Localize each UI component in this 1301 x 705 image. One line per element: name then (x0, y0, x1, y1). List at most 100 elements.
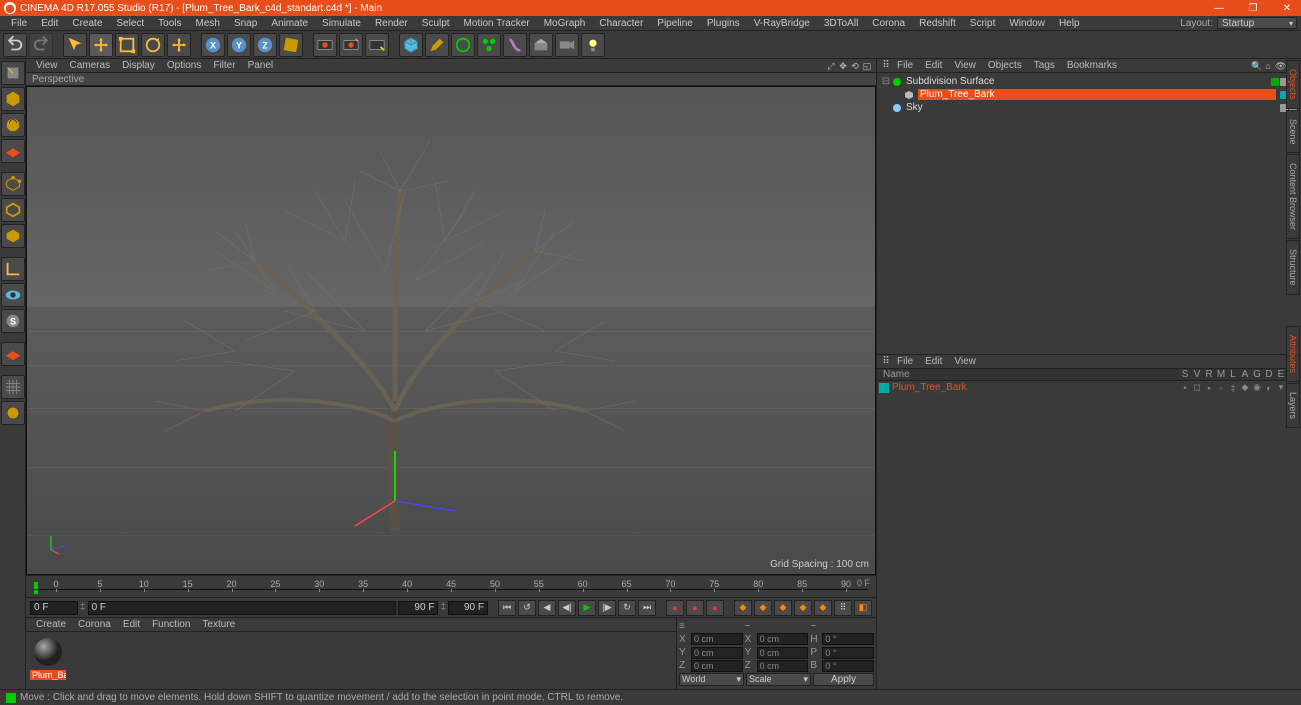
render-settings-button[interactable] (365, 33, 389, 57)
viewport[interactable]: Grid Spacing : 100 cm (26, 86, 876, 575)
tab-objects[interactable]: Objects (1286, 60, 1300, 109)
tab-structure[interactable]: Structure (1286, 240, 1300, 295)
om-menu-tags[interactable]: Tags (1028, 60, 1061, 71)
size-y-field[interactable]: 0 cm (757, 647, 809, 659)
add-cube-button[interactable] (399, 33, 423, 57)
locked-workplane-2-button[interactable] (1, 401, 25, 425)
pos-x-field[interactable]: 0 cm (691, 633, 743, 645)
menu-redshift[interactable]: Redshift (912, 18, 963, 29)
om-menu-bookmarks[interactable]: Bookmarks (1061, 60, 1123, 71)
layer-flag-m[interactable]: ▫ (1215, 383, 1227, 393)
menu-animate[interactable]: Animate (264, 18, 315, 29)
mat-menu-texture[interactable]: Texture (196, 619, 241, 630)
mat-menu-create[interactable]: Create (30, 619, 72, 630)
layer-color-swatch[interactable] (879, 383, 889, 393)
key-s-button[interactable]: ◆ (754, 600, 772, 616)
loop-button[interactable]: ↺ (518, 600, 536, 616)
viewport-solo-button[interactable] (1, 283, 25, 307)
add-generator-button[interactable] (477, 33, 501, 57)
keyframe-sel-button[interactable]: ● (706, 600, 724, 616)
vp-menu-filter[interactable]: Filter (207, 60, 241, 71)
object-name[interactable]: Sky (906, 102, 1276, 113)
next-key-button[interactable]: |▶ (598, 600, 616, 616)
coord-scale-dropdown[interactable]: Scale (746, 673, 811, 686)
key-mode-button[interactable]: ◧ (854, 600, 872, 616)
menu-plugins[interactable]: Plugins (700, 18, 747, 29)
rot-p-field[interactable]: 0 ° (822, 647, 874, 659)
axis-mode-button[interactable] (1, 257, 25, 281)
mat-menu-edit[interactable]: Edit (117, 619, 146, 630)
out-frame-field[interactable]: 90 F (448, 601, 488, 615)
menu-simulate[interactable]: Simulate (315, 18, 368, 29)
key-options-button[interactable]: ⠿ (834, 600, 852, 616)
add-pen-button[interactable] (425, 33, 449, 57)
col-v[interactable]: V (1191, 369, 1203, 380)
texture-mode-button[interactable] (1, 113, 25, 137)
vp-menu-options[interactable]: Options (161, 60, 207, 71)
y-axis-lock[interactable]: Y (227, 33, 251, 57)
menu-motion-tracker[interactable]: Motion Tracker (457, 18, 537, 29)
coord-apply-button[interactable]: Apply (813, 673, 874, 686)
add-deformer-button[interactable] (503, 33, 527, 57)
material-item[interactable]: Plum_Ba (30, 636, 66, 685)
key-p-button[interactable]: ◆ (734, 600, 752, 616)
pos-y-field[interactable]: 0 cm (691, 647, 743, 659)
current-frame-field[interactable]: 0 F (88, 601, 397, 615)
menu-create[interactable]: Create (65, 18, 109, 29)
autokey-button[interactable]: ● (686, 600, 704, 616)
render-picture-viewer-button[interactable] (339, 33, 363, 57)
menu-render[interactable]: Render (368, 18, 415, 29)
layer-flag-d[interactable]: ◐ (1263, 383, 1275, 393)
layer-flag-a[interactable]: ◆ (1239, 382, 1251, 393)
vp-nav-icon-2[interactable]: ✥ (838, 61, 848, 71)
z-axis-lock[interactable]: Z (253, 33, 277, 57)
layer-menu-edit[interactable]: Edit (919, 356, 948, 367)
live-select-tool[interactable] (63, 33, 87, 57)
om-row-sky[interactable]: Sky (877, 101, 1301, 114)
object-name[interactable]: Plum_Tree_Bark (918, 89, 1276, 100)
om-menu-edit[interactable]: Edit (919, 60, 948, 71)
snap-button[interactable]: S (1, 309, 25, 333)
om-menu-objects[interactable]: Objects (982, 60, 1028, 71)
rot-b-field[interactable]: 0 ° (822, 660, 874, 672)
menu-window[interactable]: Window (1002, 18, 1052, 29)
locked-workplane-button[interactable] (1, 342, 25, 366)
layer-flag-g[interactable]: ◉ (1251, 382, 1263, 393)
mat-menu-function[interactable]: Function (146, 619, 196, 630)
pos-z-field[interactable]: 0 cm (691, 660, 743, 672)
menu-select[interactable]: Select (109, 18, 151, 29)
coord-world-dropdown[interactable]: World (679, 673, 744, 686)
layer-row[interactable]: Plum_Tree_Bark • ◻ ▪ ▫ ‡ ◆ ◉ ◐ ▾ ✖ (877, 381, 1301, 394)
prev-key-button[interactable]: ◀| (558, 600, 576, 616)
menu-tools[interactable]: Tools (151, 18, 188, 29)
render-view-button[interactable] (313, 33, 337, 57)
object-manager-tree[interactable]: ⊟ Subdivision Surface ✓ Plum_Tree_Bark S… (877, 73, 1301, 354)
om-menu-file[interactable]: File (891, 60, 919, 71)
model-mode-button[interactable] (1, 87, 25, 111)
add-light-button[interactable] (581, 33, 605, 57)
vp-nav-icon-4[interactable]: ◱ (862, 61, 872, 71)
tab-attributes[interactable]: Attributes (1286, 326, 1300, 382)
menu-vray[interactable]: V-RayBridge (747, 18, 817, 29)
om-row-sds[interactable]: ⊟ Subdivision Surface ✓ (877, 75, 1301, 88)
col-m[interactable]: M (1215, 369, 1227, 380)
col-s[interactable]: S (1179, 369, 1191, 380)
visibility-dot[interactable] (1271, 78, 1279, 86)
menu-sculpt[interactable]: Sculpt (415, 18, 457, 29)
menu-file[interactable]: File (4, 18, 34, 29)
tab-content-browser[interactable]: Content Browser (1286, 154, 1300, 239)
size-z-field[interactable]: 0 cm (757, 660, 809, 672)
key-a-button[interactable]: ◆ (794, 600, 812, 616)
vp-menu-display[interactable]: Display (116, 60, 161, 71)
layer-menu-view[interactable]: View (948, 356, 982, 367)
goto-end-button[interactable]: ⏭ (638, 600, 656, 616)
mat-menu-corona[interactable]: Corona (72, 619, 117, 630)
size-x-field[interactable]: 0 cm (757, 633, 809, 645)
layer-name[interactable]: Plum_Tree_Bark (892, 382, 1179, 393)
menu-pipeline[interactable]: Pipeline (650, 18, 700, 29)
col-a[interactable]: A (1239, 369, 1251, 380)
planar-workplane-button[interactable] (1, 375, 25, 399)
om-home-icon[interactable]: ⌂ (1263, 61, 1273, 71)
vp-menu-panel[interactable]: Panel (242, 60, 280, 71)
col-g[interactable]: G (1251, 369, 1263, 380)
